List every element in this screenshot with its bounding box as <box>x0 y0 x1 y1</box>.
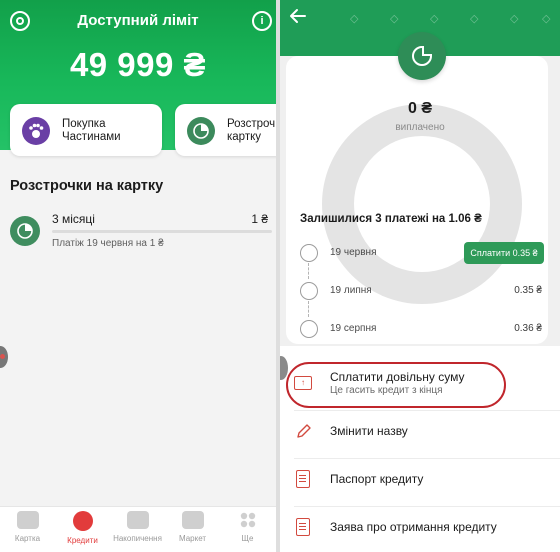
installment-pie-icon <box>10 216 40 246</box>
paid-amount: 0 ₴ <box>407 100 432 117</box>
document-icon <box>296 470 310 488</box>
tab-savings[interactable]: Накопичення <box>110 511 165 543</box>
limit-amount: 49 999 ₴ <box>69 46 207 83</box>
decor-icon: ◇ <box>390 13 399 25</box>
highlight-annotation <box>286 362 506 408</box>
payment-date: 19 липня <box>330 285 372 296</box>
info-icon[interactable]: i <box>252 11 272 31</box>
status-circle-icon <box>300 320 318 338</box>
card-icon <box>16 511 39 529</box>
action-label: Паспорт кредиту <box>330 472 424 486</box>
tab-label: Кредити <box>67 536 98 545</box>
paw-icon <box>22 117 50 145</box>
payment-date: 19 червня <box>330 247 377 258</box>
credit-limit-screen: Доступний ліміт i 49 999 ₴ Покупка Части… <box>0 0 276 552</box>
tile-label-line2: картку <box>227 131 262 143</box>
decor-icon: ◇ <box>430 13 439 25</box>
tab-more[interactable]: Ще <box>220 511 275 543</box>
pay-installment-button[interactable]: Сплатити 0.35 ₴ <box>464 242 544 264</box>
document-icon <box>296 518 310 536</box>
tile-label-line1: Розстроч <box>227 118 276 130</box>
tab-card[interactable]: Картка <box>0 511 55 543</box>
savings-icon <box>126 511 149 529</box>
decor-icon: ◇ <box>470 13 479 25</box>
installment-item[interactable]: 3 місяці 1 ₴ Платіж 19 червня на 1 ₴ <box>10 208 272 258</box>
paid-gauge <box>322 104 522 304</box>
action-label: Змінити назву <box>330 424 408 438</box>
more-icon <box>237 511 259 529</box>
tab-label: Маркет <box>178 534 207 543</box>
installment-next-payment: Платіж 19 червня на 1 ₴ <box>52 238 164 249</box>
status-circle-icon <box>300 282 318 300</box>
schedule-row: 19 серпня 0.36 ₴ <box>298 318 548 342</box>
rename-item[interactable]: Змінити назву <box>280 410 560 458</box>
pie-chart-icon <box>187 117 215 145</box>
payment-amount: 0.36 ₴ <box>514 323 542 334</box>
credit-pie-icon <box>72 511 93 531</box>
tile-label-line2: Частинами <box>62 131 121 143</box>
limit-title: Доступний ліміт <box>77 12 199 29</box>
bag-icon <box>181 511 204 529</box>
tab-credits[interactable]: Кредити <box>55 511 110 545</box>
payment-date: 19 серпня <box>330 323 377 334</box>
decor-icon: ◇ <box>510 13 519 25</box>
credit-application-item[interactable]: Заява про отримання кредиту <box>280 506 560 552</box>
tab-market[interactable]: Маркет <box>165 511 220 543</box>
installment-pie-icon <box>398 32 446 80</box>
action-label: Заява про отримання кредиту <box>330 520 497 534</box>
paid-label: виплачено <box>395 122 445 133</box>
tab-label: Накопичення <box>113 534 162 543</box>
edge-handle[interactable] <box>0 346 8 368</box>
remaining-payments-title: Залишилися 3 платежі на 1.06 ₴ <box>300 213 482 225</box>
back-arrow-icon[interactable] <box>288 6 310 28</box>
schedule-row: 19 червня Сплатити 0.35 ₴ <box>298 242 548 266</box>
schedule-row: 19 липня 0.35 ₴ <box>298 280 548 304</box>
tile-label-line1: Покупка <box>62 118 106 130</box>
payment-amount: 0.35 ₴ <box>514 285 542 296</box>
decor-icon: ◇ <box>350 13 359 25</box>
pencil-icon <box>294 422 314 442</box>
installment-progress <box>52 230 272 233</box>
installment-detail-screen: ◇ ◇ ◇ ◇ ◇ ◇ 0 ₴ виплачено Залишилися 3 п… <box>280 0 560 552</box>
status-circle-icon <box>300 244 318 262</box>
installment-amount: 1 ₴ <box>251 212 268 226</box>
card-installment-tile[interactable]: Розстроч картку <box>175 104 276 156</box>
installment-title: 3 місяці <box>52 212 95 226</box>
credit-passport-item[interactable]: Паспорт кредиту <box>280 458 560 506</box>
decor-icon: ◇ <box>542 13 551 25</box>
tab-label: Ще <box>241 534 254 543</box>
buy-in-parts-tile[interactable]: Покупка Частинами <box>10 104 162 156</box>
tab-label: Картка <box>14 534 41 543</box>
section-title: Розстрочки на картку <box>10 178 164 194</box>
bottom-tab-bar: Картка Кредити Накопичення Маркет Ще <box>0 506 276 552</box>
